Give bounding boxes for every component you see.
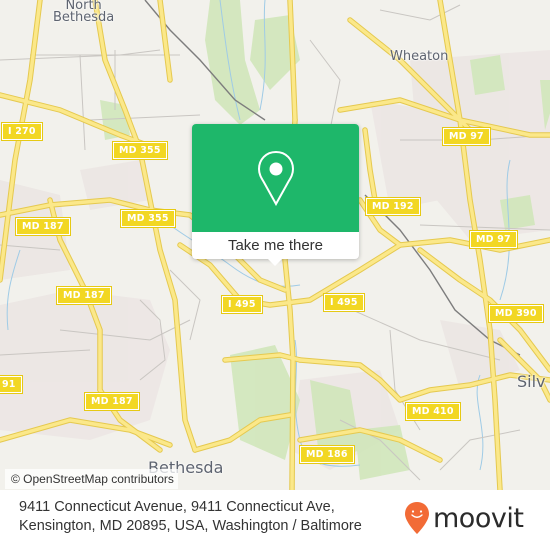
route-shield-i270: I 270	[1, 122, 43, 141]
moovit-wordmark: moovit	[433, 502, 524, 534]
route-shield-md192: MD 192	[365, 197, 421, 216]
map[interactable]: North Bethesda Wheaton Bethesda Silv I 2…	[0, 0, 550, 490]
moovit-pin-icon	[405, 502, 429, 534]
map-attribution[interactable]: © OpenStreetMap contributors	[5, 469, 178, 489]
route-shield-md355: MD 355	[120, 209, 176, 228]
route-shield-i495: I 495	[221, 295, 263, 314]
route-shield-md187: MD 187	[56, 286, 112, 305]
popup-pointer	[267, 258, 283, 266]
route-shield-md355: MD 355	[112, 141, 168, 160]
map-pin-icon	[257, 150, 294, 206]
route-shield-md390: MD 390	[488, 304, 544, 323]
address-text: 9411 Connecticut Avenue, 9411 Connecticu…	[19, 498, 399, 536]
route-shield-md410: MD 410	[405, 402, 461, 421]
place-label-north-bethesda: North Bethesda	[53, 0, 115, 25]
popup-header	[192, 124, 359, 232]
moovit-logo[interactable]: moovit	[404, 501, 524, 535]
location-popup: Take me there	[192, 124, 359, 266]
address-line-2: Kensington, MD 20895, USA, Washington / …	[19, 518, 362, 534]
place-label-wheaton: Wheaton	[390, 49, 449, 64]
route-shield-md97: MD 97	[469, 230, 518, 249]
footer: 9411 Connecticut Avenue, 9411 Connecticu…	[0, 490, 550, 550]
route-shield-md186: MD 186	[299, 445, 355, 464]
route-shield-md97: MD 97	[442, 127, 491, 146]
address-line-1: 9411 Connecticut Avenue, 9411 Connecticu…	[19, 499, 335, 515]
place-label-silver-spring: Silv	[517, 372, 546, 391]
take-me-there-button[interactable]: Take me there	[192, 232, 359, 259]
route-shield-md187: MD 187	[15, 217, 71, 236]
route-shield-i495: I 495	[323, 293, 365, 312]
route-shield-md187: MD 187	[84, 392, 140, 411]
route-shield-md191: 91	[0, 375, 23, 394]
